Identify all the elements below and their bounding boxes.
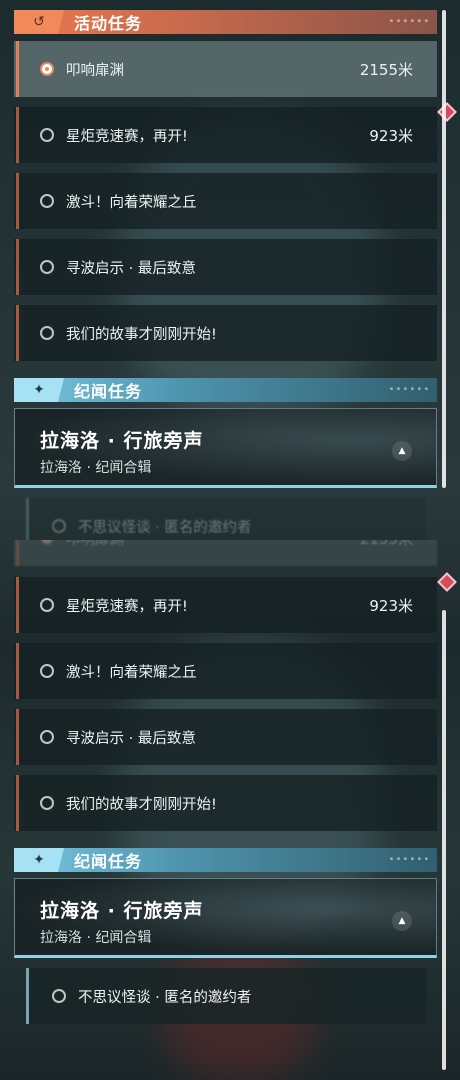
card-subtitle: 拉海洛 · 纪闻合辑 (40, 460, 152, 476)
quest-label: 叩响扉渊 (66, 540, 360, 549)
quest-label: 寻波启示 · 最后致意 (66, 730, 196, 747)
quest-label: 我们的故事才刚刚开始! (66, 796, 217, 813)
section-title: 纪闻任务 (74, 382, 143, 401)
quest-panel-bottom: 叩响扉渊 2155米 星炬竞速赛，再开! 923米 激斗！向着荣耀之丘 寻波启示… (0, 540, 460, 1080)
quest-row[interactable]: 寻波启示 · 最后致意 (14, 709, 437, 765)
radio-icon (40, 326, 54, 340)
chronicle-quests-header[interactable]: ✦ 纪闻任务 ▪ ▪ ▪ ▪ ▪ ▪ (14, 378, 437, 402)
scrollbar[interactable] (442, 610, 446, 1070)
header-decoration: ▪ ▪ ▪ ▪ ▪ ▪ (389, 18, 429, 24)
radio-icon (52, 519, 66, 533)
quest-label: 不思议怪谈 · 匿名的邀约者 (78, 519, 252, 536)
triangle-up-icon[interactable]: ▲ (392, 911, 412, 931)
four-point-star-icon: ✦ (14, 378, 64, 402)
triangle-up-icon[interactable]: ▲ (392, 441, 412, 461)
quest-label: 激斗！向着荣耀之丘 (66, 194, 197, 211)
quest-distance: 923米 (369, 596, 413, 615)
card-subtitle: 拉海洛 · 纪闻合辑 (40, 930, 152, 946)
section-title: 纪闻任务 (74, 852, 143, 871)
radio-icon (40, 260, 54, 274)
quest-label: 星炬竞速赛，再开! (66, 598, 188, 615)
quest-row[interactable]: 叩响扉渊 2155米 (14, 41, 437, 97)
quest-label: 叩响扉渊 (66, 62, 124, 79)
four-point-star-icon: ✦ (14, 848, 64, 872)
chronicle-card[interactable]: 拉海洛 · 行旅旁声 拉海洛 · 纪闻合辑 ▲ (14, 878, 437, 958)
quest-row[interactable]: 寻波启示 · 最后致意 (14, 239, 437, 295)
chronicle-card[interactable]: 拉海洛 · 行旅旁声 拉海洛 · 纪闻合辑 ▲ (14, 408, 437, 488)
quest-label: 激斗！向着荣耀之丘 (66, 664, 197, 681)
quest-label: 不思议怪谈 · 匿名的邀约者 (78, 989, 252, 1006)
quest-row[interactable]: 我们的故事才刚刚开始! (14, 305, 437, 361)
card-title: 拉海洛 · 行旅旁声 (40, 430, 204, 452)
quest-distance: 2155米 (360, 540, 413, 549)
radio-selected-icon (40, 62, 54, 76)
active-quests-header[interactable]: ↺ 活动任务 ▪ ▪ ▪ ▪ ▪ ▪ (14, 10, 437, 34)
quest-distance: 923米 (369, 126, 413, 145)
quest-row[interactable]: 激斗！向着荣耀之丘 (14, 643, 437, 699)
radio-icon (40, 194, 54, 208)
quest-row[interactable]: 星炬竞速赛，再开! 923米 (14, 577, 437, 633)
card-title: 拉海洛 · 行旅旁声 (40, 900, 204, 922)
radio-icon (40, 796, 54, 810)
quest-label: 我们的故事才刚刚开始! (66, 326, 217, 343)
radio-icon (40, 128, 54, 142)
red-diamond-icon (437, 572, 457, 592)
quest-label: 寻波启示 · 最后致意 (66, 260, 196, 277)
quest-row[interactable]: 我们的故事才刚刚开始! (14, 775, 437, 831)
quest-distance: 2155米 (359, 60, 413, 79)
quest-row-partial[interactable]: 叩响扉渊 2155米 (14, 540, 437, 566)
quest-row[interactable]: 激斗！向着荣耀之丘 (14, 173, 437, 229)
chronicle-quests-header[interactable]: ✦ 纪闻任务 ▪ ▪ ▪ ▪ ▪ ▪ (14, 848, 437, 872)
subquest-row-partial[interactable]: 不思议怪谈 · 匿名的邀约者 (26, 498, 426, 540)
red-diamond-icon (437, 102, 457, 122)
section-title: 活动任务 (74, 14, 143, 33)
quest-label: 星炬竞速赛，再开! (66, 128, 188, 145)
refresh-arrow-icon: ↺ (14, 10, 64, 34)
radio-selected-icon (40, 540, 54, 545)
radio-icon (52, 989, 66, 1003)
quest-row[interactable]: 星炬竞速赛，再开! 923米 (14, 107, 437, 163)
quest-panel-top: ↺ 活动任务 ▪ ▪ ▪ ▪ ▪ ▪ 叩响扉渊 2155米 星炬竞速赛，再开! … (0, 0, 460, 540)
header-decoration: ▪ ▪ ▪ ▪ ▪ ▪ (389, 856, 429, 862)
scrollbar[interactable] (442, 10, 446, 488)
header-decoration: ▪ ▪ ▪ ▪ ▪ ▪ (389, 386, 429, 392)
radio-icon (40, 598, 54, 612)
radio-icon (40, 664, 54, 678)
radio-icon (40, 730, 54, 744)
subquest-row[interactable]: 不思议怪谈 · 匿名的邀约者 (26, 968, 426, 1024)
